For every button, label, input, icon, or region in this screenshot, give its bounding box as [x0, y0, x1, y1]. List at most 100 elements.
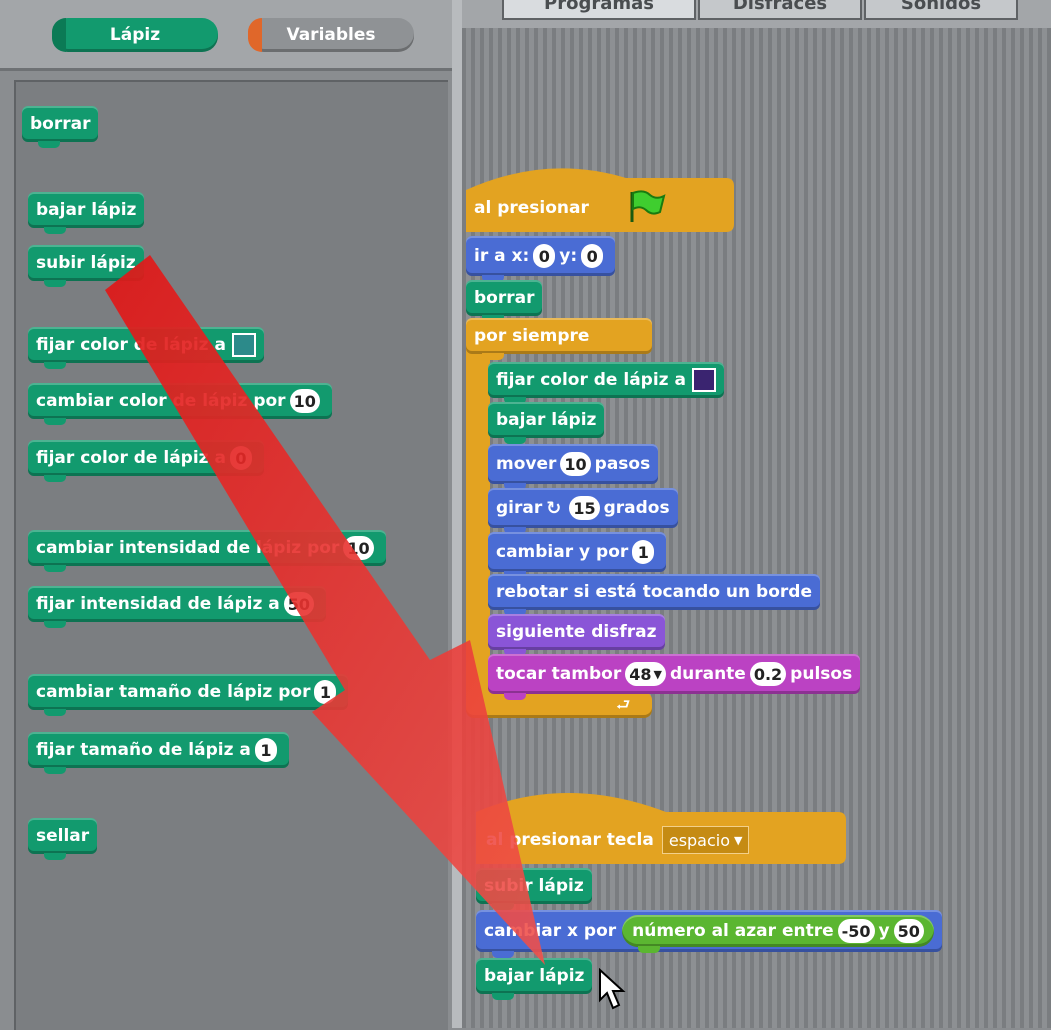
pen-up-block[interactable]: subir lápiz [476, 868, 592, 910]
y-change-input[interactable]: 1 [632, 540, 655, 564]
block-label: rebotar si está tocando un borde [496, 582, 812, 602]
block-label: por siempre [474, 326, 590, 346]
block-label: cambiar tamaño de lápiz por [36, 682, 311, 702]
palette-clear-block[interactable]: borrar [22, 106, 99, 148]
block-label: tocar tambor [496, 664, 622, 684]
rotate-right-icon: ↻ [546, 497, 562, 519]
palette-pen-down-block[interactable]: bajar lápiz [28, 192, 145, 234]
palette-change-pen-size-block[interactable]: cambiar tamaño de lápiz por 1 [28, 674, 349, 716]
block-label: fijar color de lápiz a [36, 335, 226, 355]
play-drum-block[interactable]: tocar tambor 48 ▼ durante 0.2 pulsos [488, 654, 861, 700]
block-label: número al azar entre [632, 921, 834, 941]
y-input[interactable]: 0 [581, 244, 604, 268]
pen-down-block[interactable]: bajar lápiz [488, 402, 605, 444]
category-stripe [248, 18, 262, 52]
mouse-pointer-icon [599, 968, 626, 1010]
category-bar: Lápiz Variables [0, 0, 452, 71]
palette-stamp-block[interactable]: sellar [28, 818, 98, 860]
beats-input[interactable]: 0.2 [749, 662, 787, 686]
forever-block-bottom: ⮐ [466, 692, 652, 718]
go-to-xy-block[interactable]: ir a x: 0 y: 0 [466, 236, 616, 282]
block-label: girar [496, 498, 543, 518]
pane-divider[interactable] [452, 0, 462, 1028]
block-label: fijar tamaño de lápiz a [36, 740, 251, 760]
category-variables-button[interactable]: Variables [248, 18, 414, 52]
forever-block[interactable]: por siempre [466, 318, 652, 360]
number-input[interactable]: 1 [314, 680, 337, 704]
block-label: cambiar color de lápiz por [36, 391, 286, 411]
block-label: mover [496, 454, 557, 474]
block-label: ir a x: [474, 246, 530, 266]
block-label: fijar color de lápiz a [496, 370, 686, 390]
change-y-block[interactable]: cambiar y por 1 [488, 532, 667, 578]
move-steps-block[interactable]: mover 10 pasos [488, 444, 659, 490]
block-label: cambiar intensidad de lápiz por [36, 538, 340, 558]
palette-change-shade-block[interactable]: cambiar intensidad de lápiz por 10 [28, 530, 386, 572]
degrees-input[interactable]: 15 [569, 496, 600, 520]
tab-label: Programas [544, 0, 654, 14]
category-pen-button[interactable]: Lápiz [52, 18, 218, 52]
random-max-input[interactable]: 50 [893, 919, 924, 943]
key-value: espacio [668, 830, 731, 850]
loop-arrow-icon: ⮐ [616, 695, 631, 714]
block-label: pulsos [790, 664, 853, 684]
clear-block[interactable]: borrar [466, 280, 543, 322]
tab-sounds[interactable]: Sonidos [864, 0, 1018, 20]
next-costume-block[interactable]: siguiente disfraz [488, 614, 665, 656]
number-input[interactable]: 50 [283, 592, 315, 616]
block-label: durante [669, 664, 746, 684]
block-label: subir lápiz [484, 876, 584, 896]
block-label: grados [603, 498, 670, 518]
block-label: cambiar x por [484, 921, 617, 941]
flag-hat-block[interactable] [466, 160, 734, 232]
change-x-block[interactable]: cambiar x por número al azar entre -50 y… [476, 910, 942, 958]
dropdown-arrow-icon: ▼ [734, 833, 743, 847]
block-label: bajar lápiz [484, 966, 585, 986]
block-label: bajar lápiz [496, 410, 597, 430]
block-label: y: [559, 246, 578, 266]
tab-strip: Programas Disfraces Sonidos [462, 0, 1051, 28]
forever-block-arm [466, 318, 490, 718]
dropdown-arrow-icon: ▼ [653, 667, 662, 681]
tab-scripts[interactable]: Programas [502, 0, 696, 20]
color-swatch[interactable] [231, 333, 256, 357]
hat-label: al presionar [474, 198, 589, 218]
random-block[interactable]: número al azar entre -50 y 50 [622, 915, 934, 953]
set-pen-color-block[interactable]: fijar color de lápiz a [488, 362, 724, 404]
number-input[interactable]: 10 [289, 389, 320, 413]
category-stripe [52, 18, 66, 52]
block-label: fijar color de lápiz a [36, 448, 226, 468]
x-input[interactable]: 0 [533, 244, 556, 268]
number-input[interactable]: 0 [229, 446, 252, 470]
category-pen-label: Lápiz [109, 25, 161, 45]
color-swatch[interactable] [691, 368, 716, 392]
pen-down-block-2[interactable]: bajar lápiz [476, 958, 593, 1000]
palette-change-pen-color-block[interactable]: cambiar color de lápiz por 10 [28, 383, 332, 425]
tab-label: Sonidos [900, 0, 982, 14]
bounce-block[interactable]: rebotar si está tocando un borde [488, 574, 820, 616]
drum-dropdown[interactable]: 48 ▼ [625, 662, 666, 686]
block-label: sellar [36, 826, 90, 846]
key-dropdown[interactable]: espacio ▼ [661, 826, 750, 854]
tab-label: Disfraces [732, 0, 828, 14]
block-label: subir lápiz [36, 253, 136, 273]
block-label: siguiente disfraz [496, 622, 657, 642]
palette-set-pen-color-block[interactable]: fijar color de lápiz a [28, 327, 264, 369]
tab-costumes[interactable]: Disfraces [698, 0, 862, 20]
block-label: fijar intensidad de lápiz a [36, 594, 280, 614]
steps-input[interactable]: 10 [560, 452, 591, 476]
palette-set-shade-block[interactable]: fijar intensidad de lápiz a 50 [28, 586, 327, 628]
block-label: bajar lápiz [36, 200, 137, 220]
random-min-input[interactable]: -50 [837, 919, 875, 943]
green-flag-icon [630, 190, 666, 222]
turn-block[interactable]: girar ↻ 15 grados [488, 488, 678, 534]
palette-pen-up-block[interactable]: subir lápiz [28, 245, 144, 287]
palette-set-pen-color-number-block[interactable]: fijar color de lápiz a0 [28, 440, 264, 482]
key-hat-content: al presionar tecla espacio ▼ [486, 826, 750, 854]
category-variables-label: Variables [286, 25, 376, 45]
number-input[interactable]: 1 [254, 738, 277, 762]
block-label: cambiar y por [496, 542, 629, 562]
number-input[interactable]: 10 [343, 536, 374, 560]
palette-set-pen-size-block[interactable]: fijar tamaño de lápiz a1 [28, 732, 289, 774]
block-label: pasos [594, 454, 651, 474]
